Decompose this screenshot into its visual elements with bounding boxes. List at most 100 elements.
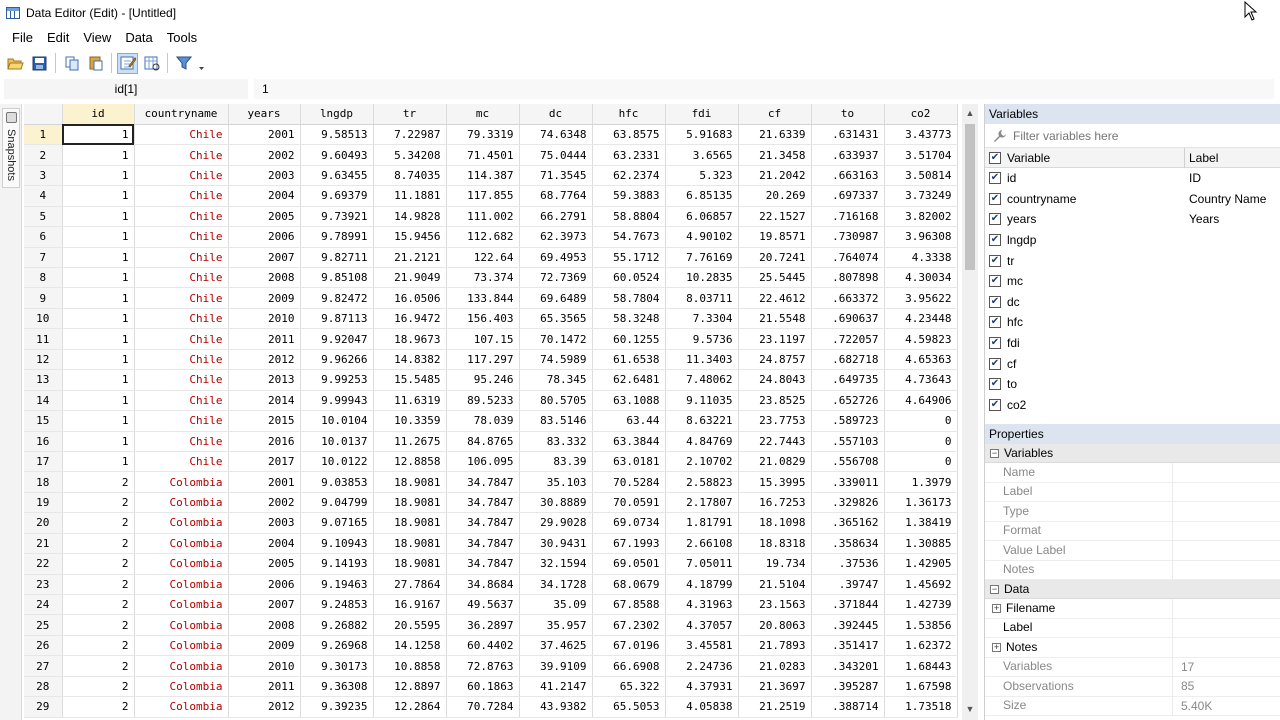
cell-cf[interactable]: 19.8571 bbox=[738, 226, 812, 248]
cell-to[interactable]: .39747 bbox=[811, 574, 885, 596]
cell-tr[interactable]: 11.2675 bbox=[373, 431, 447, 452]
column-header-dc[interactable]: dc bbox=[519, 104, 593, 125]
menu-view[interactable]: View bbox=[77, 30, 117, 45]
cell-dc[interactable]: 78.345 bbox=[519, 369, 593, 391]
cell-co2[interactable]: 1.42905 bbox=[884, 553, 958, 575]
cell-to[interactable]: .351417 bbox=[811, 635, 885, 657]
variable-row-tr[interactable]: ✔ tr bbox=[985, 250, 1280, 271]
property-value[interactable]: 5.40K bbox=[1173, 699, 1212, 713]
cell-id[interactable]: 2 bbox=[62, 696, 135, 718]
cell-fdi[interactable]: 5.323 bbox=[665, 165, 739, 187]
cell-hfc[interactable]: 67.8588 bbox=[592, 594, 666, 616]
cell-countryname[interactable]: Chile bbox=[134, 287, 229, 309]
cell-countryname[interactable]: Colombia bbox=[134, 553, 229, 575]
column-header-mc[interactable]: mc bbox=[446, 104, 520, 125]
cell-years[interactable]: 2008 bbox=[228, 614, 301, 636]
cell-years[interactable]: 2013 bbox=[228, 369, 301, 391]
cell-id[interactable]: 2 bbox=[62, 512, 135, 534]
cell-years[interactable]: 2004 bbox=[228, 533, 301, 555]
row-number[interactable]: 2 bbox=[24, 144, 63, 166]
cell-co2[interactable]: 3.82002 bbox=[884, 206, 958, 228]
cell-cf[interactable]: 16.7253 bbox=[738, 492, 812, 514]
cell-cf[interactable]: 21.5548 bbox=[738, 308, 812, 330]
property-value[interactable]: 17 bbox=[1173, 660, 1194, 674]
cell-lngdp[interactable]: 9.04799 bbox=[300, 492, 374, 514]
property-row[interactable]: Label bbox=[985, 618, 1280, 638]
cell-mc[interactable]: 112.682 bbox=[446, 226, 520, 248]
cell-id[interactable]: 2 bbox=[62, 553, 135, 575]
cell-countryname[interactable]: Chile bbox=[134, 369, 229, 391]
row-number[interactable]: 28 bbox=[24, 676, 63, 698]
cell-cf[interactable]: 19.734 bbox=[738, 553, 812, 575]
cell-lngdp[interactable]: 9.99253 bbox=[300, 369, 374, 391]
cell-dc[interactable]: 66.2791 bbox=[519, 206, 593, 228]
cell-co2[interactable]: 1.62372 bbox=[884, 635, 958, 657]
cell-lngdp[interactable]: 9.78991 bbox=[300, 226, 374, 248]
property-row[interactable]: + Filename bbox=[985, 598, 1280, 619]
row-number[interactable]: 8 bbox=[24, 267, 63, 289]
cell-years[interactable]: 2016 bbox=[228, 431, 301, 452]
cell-cf[interactable]: 18.8318 bbox=[738, 533, 812, 555]
cell-lngdp[interactable]: 9.87113 bbox=[300, 308, 374, 330]
open-icon[interactable] bbox=[5, 53, 26, 74]
variable-checkbox[interactable]: ✔ bbox=[989, 275, 1001, 288]
cell-years[interactable]: 2010 bbox=[228, 308, 301, 330]
cell-fdi[interactable]: 3.6565 bbox=[665, 144, 739, 166]
cell-hfc[interactable]: 60.1255 bbox=[592, 328, 666, 350]
cell-dc[interactable]: 68.7764 bbox=[519, 185, 593, 207]
cell-fdi[interactable]: 3.45581 bbox=[665, 635, 739, 657]
cell-hfc[interactable]: 70.5284 bbox=[592, 471, 666, 493]
variable-row-to[interactable]: ✔ to bbox=[985, 374, 1280, 395]
row-number[interactable]: 20 bbox=[24, 512, 63, 534]
row-number[interactable]: 3 bbox=[24, 165, 63, 187]
column-header-fdi[interactable]: fdi bbox=[665, 104, 739, 125]
row-number[interactable]: 18 bbox=[24, 471, 63, 493]
cell-hfc[interactable]: 61.6538 bbox=[592, 349, 666, 371]
cell-dc[interactable]: 74.6348 bbox=[519, 124, 593, 146]
paste-icon[interactable] bbox=[85, 53, 106, 74]
cell-id[interactable]: 2 bbox=[62, 635, 135, 657]
cell-countryname[interactable]: Chile bbox=[134, 431, 229, 452]
variable-row-id[interactable]: ✔ id ID bbox=[985, 168, 1280, 189]
cell-to[interactable]: .358634 bbox=[811, 533, 885, 555]
cell-dc[interactable]: 69.6489 bbox=[519, 287, 593, 309]
cell-years[interactable]: 2003 bbox=[228, 165, 301, 187]
cell-lngdp[interactable]: 9.07165 bbox=[300, 512, 374, 534]
column-header-years[interactable]: years bbox=[228, 104, 301, 125]
cell-co2[interactable]: 3.95622 bbox=[884, 287, 958, 309]
cell-to[interactable]: .764074 bbox=[811, 247, 885, 269]
row-number[interactable]: 4 bbox=[24, 185, 63, 207]
cell-id[interactable]: 1 bbox=[62, 124, 135, 146]
row-number[interactable]: 6 bbox=[24, 226, 63, 248]
variable-row-years[interactable]: ✔ years Years bbox=[985, 209, 1280, 230]
cell-countryname[interactable]: Chile bbox=[134, 185, 229, 207]
cell-cf[interactable]: 23.8525 bbox=[738, 390, 812, 412]
cell-dc[interactable]: 37.4625 bbox=[519, 635, 593, 657]
cell-hfc[interactable]: 63.0181 bbox=[592, 451, 666, 473]
cell-cf[interactable]: 21.5104 bbox=[738, 574, 812, 596]
cell-dc[interactable]: 65.3565 bbox=[519, 308, 593, 330]
row-number[interactable]: 13 bbox=[24, 369, 63, 391]
cell-dc[interactable]: 35.957 bbox=[519, 614, 593, 636]
cell-tr[interactable]: 12.8897 bbox=[373, 676, 447, 698]
data-grid[interactable]: id countryname years lngdp tr mc dc hfc fdi cf to c… bbox=[24, 104, 964, 720]
cell-hfc[interactable]: 58.8804 bbox=[592, 206, 666, 228]
cell-co2[interactable]: 0 bbox=[884, 410, 958, 432]
cell-years[interactable]: 2017 bbox=[228, 451, 301, 473]
cell-co2[interactable]: 3.50814 bbox=[884, 165, 958, 187]
menu-data[interactable]: Data bbox=[119, 30, 158, 45]
cell-cf[interactable]: 22.1527 bbox=[738, 206, 812, 228]
cell-countryname[interactable]: Colombia bbox=[134, 512, 229, 534]
cell-hfc[interactable]: 70.0591 bbox=[592, 492, 666, 514]
collapse-icon[interactable]: − bbox=[990, 448, 999, 458]
cell-tr[interactable]: 5.34208 bbox=[373, 144, 447, 166]
cell-to[interactable]: .388714 bbox=[811, 696, 885, 718]
cell-countryname[interactable]: Chile bbox=[134, 328, 229, 350]
cell-countryname[interactable]: Chile bbox=[134, 390, 229, 412]
cell-id[interactable]: 2 bbox=[62, 676, 135, 698]
cell-cf[interactable]: 23.1563 bbox=[738, 594, 812, 616]
menu-file[interactable]: File bbox=[6, 30, 39, 45]
cell-years[interactable]: 2007 bbox=[228, 594, 301, 616]
cell-to[interactable]: .339011 bbox=[811, 471, 885, 493]
cell-cf[interactable]: 21.7893 bbox=[738, 635, 812, 657]
